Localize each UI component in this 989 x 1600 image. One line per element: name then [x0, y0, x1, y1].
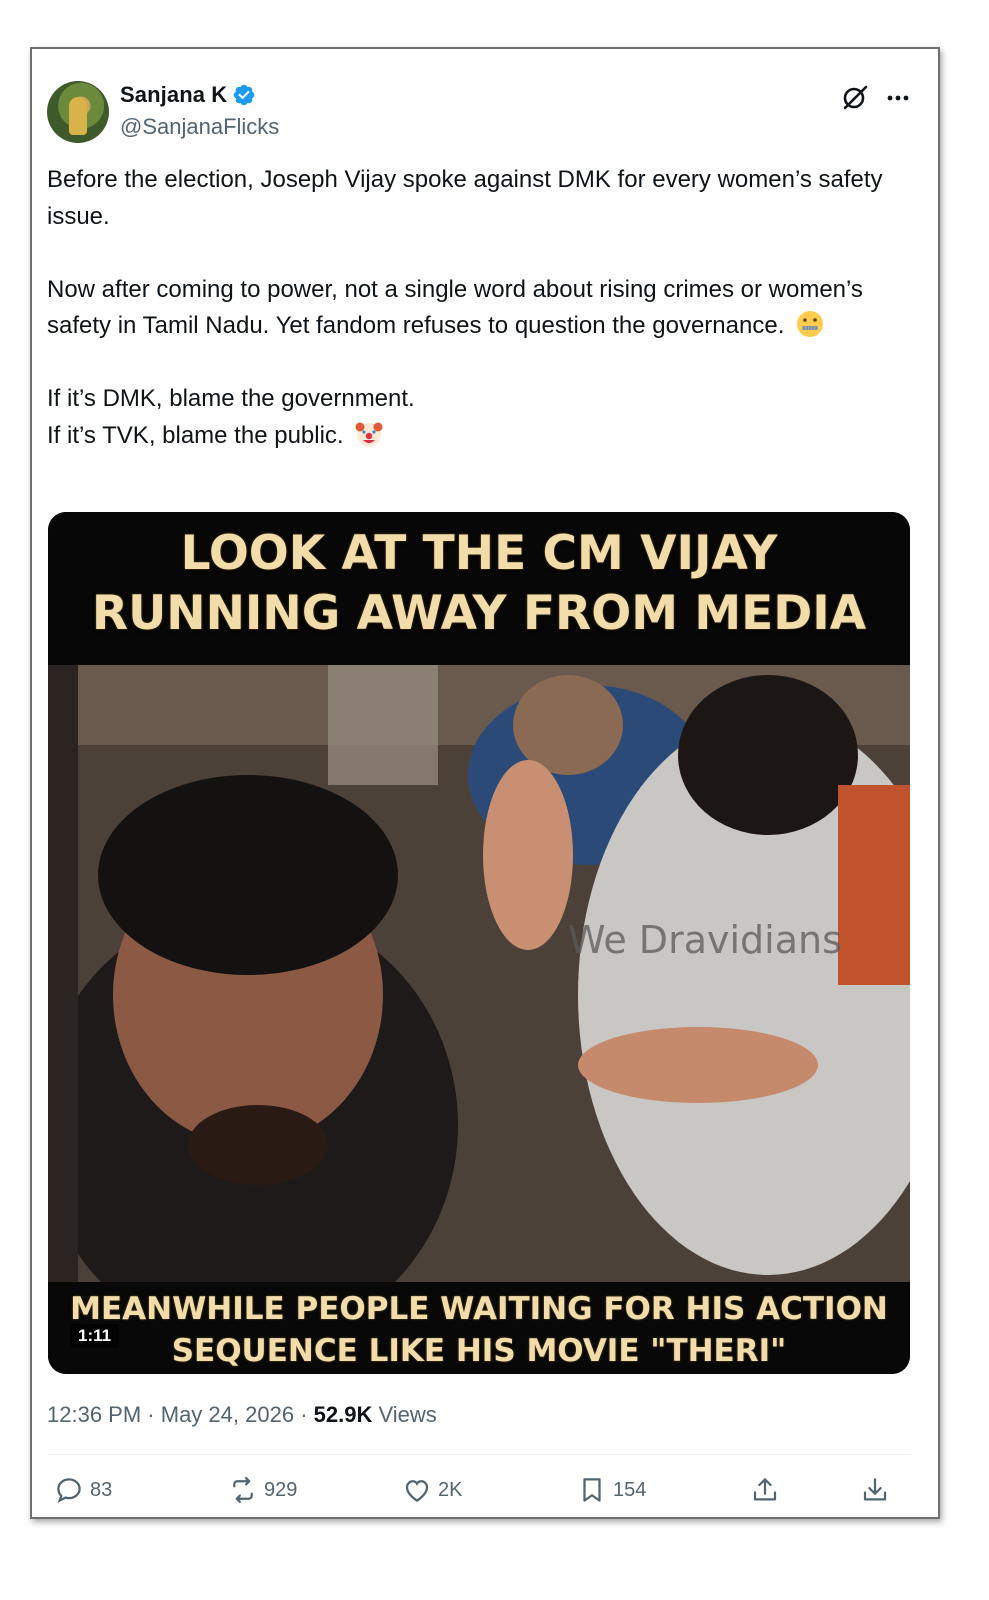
tweet-paragraph-text: Before the election, Joseph Vijay spoke …	[47, 166, 883, 230]
tweet-paragraph: If it’s DMK, blame the government. If it’…	[47, 381, 917, 454]
tweet-meta: 12:36 PM · May 24, 2026 · 52.9K Views	[47, 1402, 437, 1428]
tweet-paragraph: Before the election, Joseph Vijay spoke …	[47, 162, 917, 235]
repost-count: 929	[264, 1478, 298, 1501]
like-icon	[405, 1480, 429, 1502]
tweet-paragraph-text: If it’s TVK, blame the public.	[47, 421, 344, 449]
author-display-name[interactable]: Sanjana K	[120, 82, 227, 108]
grok-icon[interactable]	[840, 82, 870, 112]
tweet-text: Before the election, Joseph Vijay spoke …	[47, 162, 917, 454]
video-player[interactable]: LOOK AT THE CM VIJAY RUNNING AWAY FROM M…	[48, 512, 910, 1374]
tweet-paragraph: Now after coming to power, not a single …	[47, 272, 917, 345]
tweet-date[interactable]: May 24, 2026	[161, 1402, 294, 1427]
bookmark-count: 154	[613, 1478, 647, 1501]
share-button[interactable]	[750, 1475, 780, 1505]
reply-button[interactable]: 83	[54, 1475, 112, 1505]
views-count[interactable]: 52.9K	[314, 1402, 373, 1427]
repost-button[interactable]: 929	[228, 1475, 297, 1505]
clown-emoji	[355, 422, 383, 447]
video-caption-line: MEANWHILE PEOPLE WAITING FOR HIS ACTION	[70, 1291, 888, 1327]
views-label: Views	[378, 1402, 437, 1427]
more-icon[interactable]	[884, 84, 912, 112]
reply-count: 83	[90, 1478, 113, 1501]
video-watermark: We Dravidians	[568, 918, 842, 962]
bookmark-icon	[583, 1478, 601, 1502]
tweet-time[interactable]: 12:36 PM	[47, 1402, 141, 1427]
share-icon	[753, 1478, 777, 1501]
tweet-card: Sanjana K @SanjanaFlicks Before the elec…	[30, 47, 940, 1519]
video-headline-line: RUNNING AWAY FROM MEDIA	[91, 586, 867, 641]
author-name-row: Sanjana K	[120, 82, 256, 108]
action-bar: 83 929 2K 154	[32, 1475, 938, 1515]
tweet-paragraph-text: If it’s DMK, blame the government.	[47, 385, 415, 412]
zipper-mouth-emoji	[797, 311, 824, 337]
meta-separator: ·	[147, 1402, 155, 1427]
divider	[47, 1454, 911, 1455]
avatar[interactable]	[47, 81, 109, 143]
like-count: 2K	[438, 1478, 463, 1501]
video-frame-image	[48, 665, 910, 1283]
download-icon	[863, 1478, 887, 1501]
video-duration-badge: 1:11	[70, 1324, 120, 1348]
video-caption-line: SEQUENCE LIKE HIS MOVIE "THERI"	[171, 1333, 787, 1369]
like-button[interactable]: 2K	[402, 1475, 462, 1505]
download-button[interactable]	[860, 1475, 890, 1505]
tweet-paragraph-text: Now after coming to power, not a single …	[47, 275, 863, 340]
meta-separator: ·	[300, 1402, 308, 1427]
video-headline-line: LOOK AT THE CM VIJAY	[180, 526, 778, 581]
author-handle[interactable]: @SanjanaFlicks	[120, 114, 279, 140]
video-caption: MEANWHILE PEOPLE WAITING FOR HIS ACTION …	[48, 1288, 910, 1372]
repost-icon	[233, 1477, 253, 1503]
video-headline: LOOK AT THE CM VIJAY RUNNING AWAY FROM M…	[48, 524, 910, 644]
reply-icon	[57, 1478, 81, 1503]
verified-badge-icon	[234, 84, 255, 106]
bookmark-button[interactable]: 154	[577, 1475, 646, 1505]
